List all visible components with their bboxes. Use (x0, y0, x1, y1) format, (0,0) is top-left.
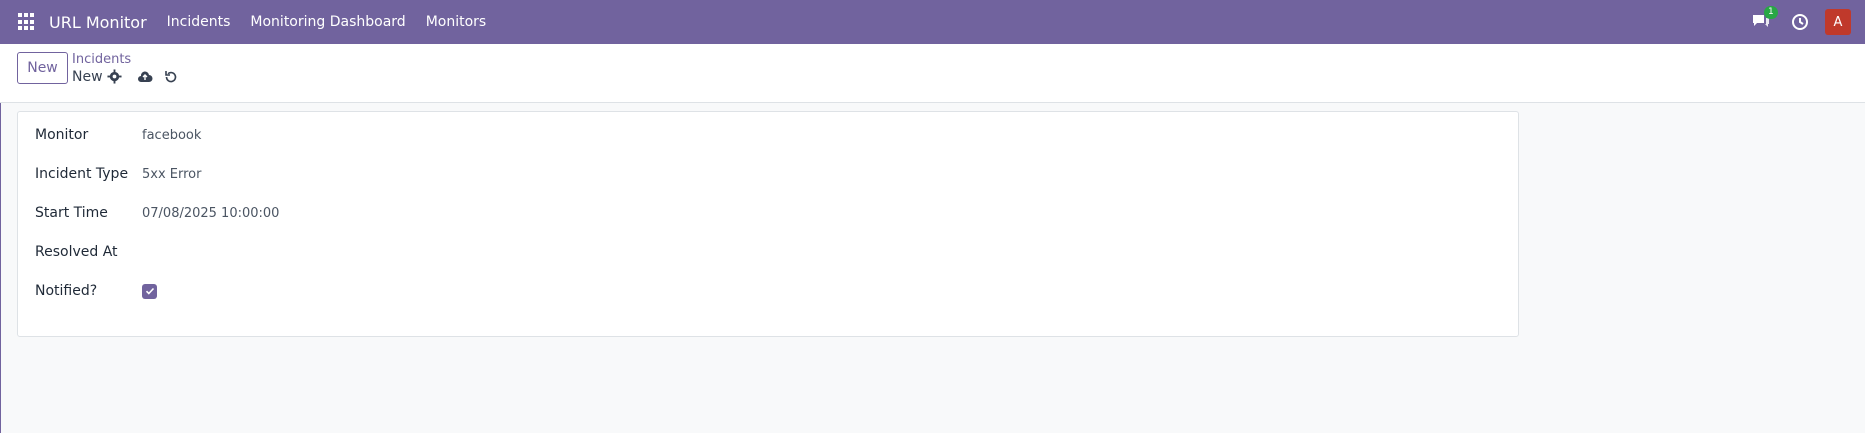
field-incident-type: Incident Type 5xx Error (35, 166, 201, 182)
field-label-start-time: Start Time (35, 205, 108, 221)
clock-icon[interactable] (1791, 13, 1809, 31)
control-panel: New Incidents New (0, 44, 1865, 103)
discard-icon[interactable] (163, 69, 179, 85)
start-time-field[interactable]: 07/08/2025 10:00:00 (142, 206, 279, 221)
field-notified: Notified? (35, 283, 157, 299)
monitor-field[interactable]: facebook (142, 128, 201, 143)
user-avatar[interactable]: A (1825, 9, 1851, 35)
field-start-time: Start Time 07/08/2025 10:00:00 (35, 205, 279, 221)
gear-icon[interactable] (107, 69, 123, 85)
incident-type-field[interactable]: 5xx Error (142, 167, 201, 182)
record-title: New (72, 69, 103, 85)
field-label-resolved-at: Resolved At (35, 244, 118, 260)
field-label-incident-type: Incident Type (35, 166, 129, 182)
field-monitor: Monitor facebook (35, 127, 201, 143)
new-button[interactable]: New (17, 52, 68, 84)
chat-count-badge: 1 (1764, 6, 1778, 19)
menu-monitors[interactable]: Monitors (426, 14, 487, 30)
top-navbar: URL Monitor Incidents Monitoring Dashboa… (0, 0, 1865, 44)
apps-grid-icon[interactable] (18, 13, 36, 31)
menu-incidents[interactable]: Incidents (167, 14, 231, 30)
checkmark-icon (145, 287, 154, 295)
field-resolved-at: Resolved At (35, 244, 142, 260)
cloud-upload-icon[interactable] (137, 69, 153, 85)
form-sheet: Monitor facebook Incident Type 5xx Error… (17, 111, 1519, 337)
app-brand[interactable]: URL Monitor (49, 13, 147, 32)
breadcrumb-incidents[interactable]: Incidents (72, 52, 131, 67)
field-label-notified: Notified? (35, 283, 98, 299)
chat-icon[interactable]: 1 (1751, 6, 1778, 31)
field-label-monitor: Monitor (35, 127, 89, 143)
notified-checkbox[interactable] (142, 283, 157, 299)
menu-monitoring-dashboard[interactable]: Monitoring Dashboard (250, 14, 405, 30)
